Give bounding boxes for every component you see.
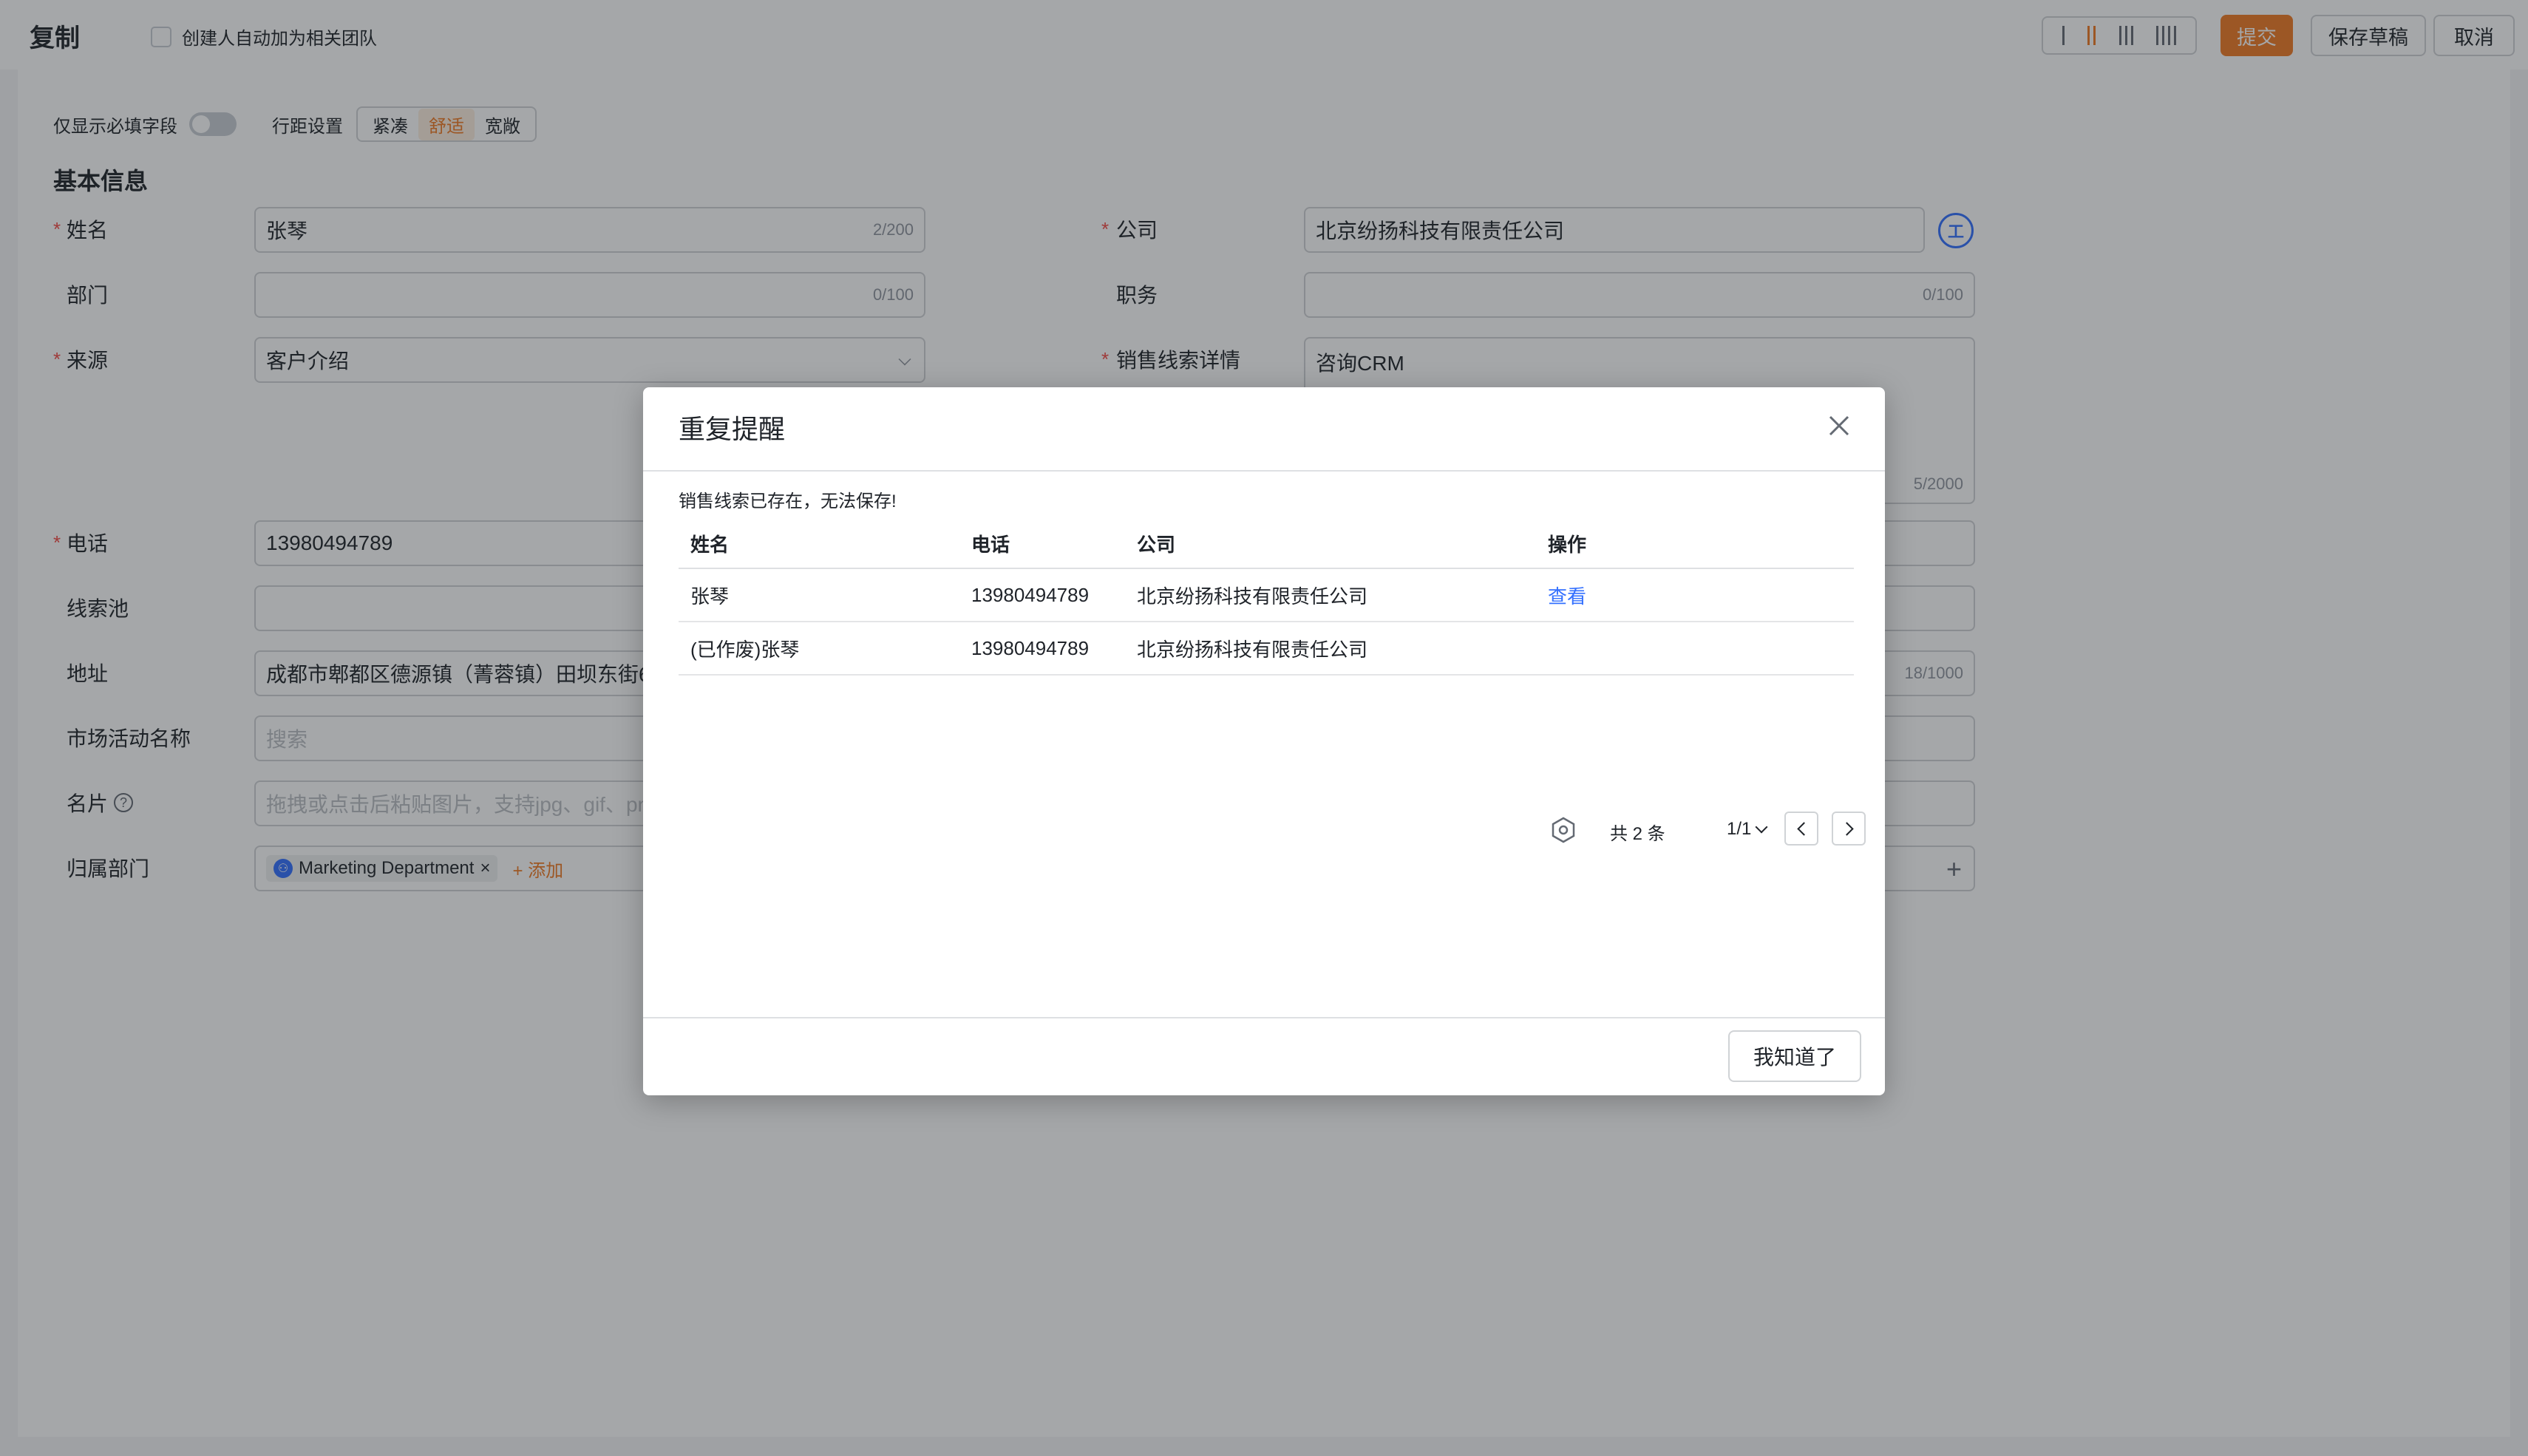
chevron-left-icon — [1796, 821, 1811, 836]
table-row: 张琴 13980494789 北京纷扬科技有限责任公司 查看 — [679, 569, 1854, 622]
table-row: (已作废)张琴 13980494789 北京纷扬科技有限责任公司 — [679, 622, 1854, 676]
prev-page-button[interactable] — [1784, 812, 1818, 846]
duplicate-table: 姓名 电话 公司 操作 张琴 13980494789 北京纷扬科技有限责任公司 … — [679, 519, 1866, 846]
table-header-row: 姓名 电话 公司 操作 — [679, 519, 1854, 569]
page-indicator: 1/1 — [1727, 819, 1752, 839]
chevron-down-icon — [1755, 820, 1768, 834]
column-header-action: 操作 — [1548, 533, 1587, 556]
dialog-message: 销售线索已存在，无法保存! — [679, 491, 897, 511]
chevron-right-icon — [1839, 821, 1854, 836]
next-page-button[interactable] — [1832, 812, 1866, 846]
dialog-title: 重复提醒 — [679, 414, 786, 444]
row-company: 北京纷扬科技有限责任公司 — [1137, 585, 1368, 608]
view-link[interactable]: 查看 — [1548, 569, 1586, 621]
acknowledge-button[interactable]: 我知道了 — [1728, 1030, 1861, 1082]
column-header-name: 姓名 — [690, 533, 730, 556]
column-header-company: 公司 — [1137, 533, 1176, 556]
dialog-footer-divider — [643, 1017, 1885, 1018]
row-phone: 13980494789 — [971, 583, 1090, 606]
column-header-phone: 电话 — [971, 533, 1010, 556]
page-select[interactable]: 1/1 — [1727, 819, 1768, 840]
row-phone: 13980494789 — [971, 636, 1090, 659]
duplicate-alert-dialog: 重复提醒 销售线索已存在，无法保存! 姓名 电话 公司 操作 张琴 139804… — [643, 387, 1885, 1095]
row-company: 北京纷扬科技有限责任公司 — [1137, 638, 1368, 661]
close-icon[interactable] — [1826, 412, 1852, 439]
row-name: 张琴 — [690, 585, 730, 608]
dialog-divider — [643, 470, 1885, 472]
pagination-total: 共 2 条 — [1610, 824, 1665, 844]
row-name: (已作废)张琴 — [690, 638, 800, 661]
pagination: 共 2 条 1/1 — [679, 812, 1866, 848]
page-settings-icon[interactable] — [1549, 816, 1577, 844]
